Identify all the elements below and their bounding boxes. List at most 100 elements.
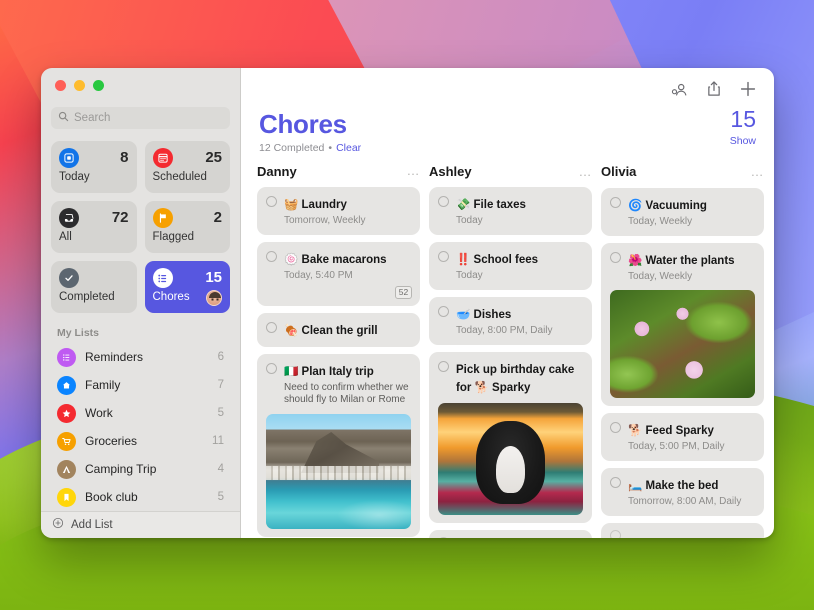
share-participants-icon[interactable] — [670, 81, 689, 98]
calendar-icon — [153, 148, 173, 168]
column-title: Danny — [257, 164, 297, 179]
complete-circle[interactable] — [266, 196, 277, 207]
complete-circle[interactable] — [610, 477, 621, 488]
reminder-title-text: File taxes — [474, 199, 526, 211]
italy-coastline-photo[interactable] — [266, 414, 411, 529]
reminder-emoji: 🧺 — [284, 199, 298, 211]
reminder-card[interactable]: 🌺 Water the plants Today, Weekly — [601, 243, 764, 406]
reminder-card[interactable]: Pick up birthday cake for 🐕 Sparky — [429, 352, 592, 523]
tile-scheduled[interactable]: 25 Scheduled — [145, 141, 231, 193]
reminder-title: 🥣 Dishes — [456, 309, 511, 321]
reminder-title: 🧺 Laundry — [284, 199, 347, 211]
reminder-emoji: 🛏️ — [628, 480, 642, 492]
sidebar-item-book-club[interactable]: Book club 5 — [49, 483, 232, 511]
reminder-card[interactable]: 🇮🇹 Plan Italy trip Need to confirm wheth… — [257, 354, 420, 537]
complete-circle[interactable] — [266, 322, 277, 333]
tent-icon — [57, 460, 76, 479]
reminder-emoji: 🐕 — [628, 425, 642, 437]
sidebar: 8 Today — [41, 68, 240, 538]
complete-circle[interactable] — [610, 197, 621, 208]
total-count: 15 — [730, 106, 756, 132]
column-more-button[interactable]: … — [579, 168, 593, 176]
complete-circle[interactable] — [438, 537, 449, 538]
reminder-title-text: Make the bed — [646, 480, 719, 492]
tile-flagged[interactable]: 2 Flagged — [145, 201, 231, 253]
completed-count-label: 12 Completed — [259, 142, 324, 154]
column-more-button[interactable]: … — [407, 167, 421, 175]
complete-circle[interactable] — [438, 196, 449, 207]
minimize-button[interactable] — [74, 80, 85, 91]
separator-dot: • — [328, 142, 332, 154]
tile-completed[interactable]: Completed — [51, 261, 137, 313]
list-count: 6 — [218, 351, 224, 363]
search-field[interactable] — [51, 107, 230, 129]
reminder-title: 💸 File taxes — [456, 199, 526, 211]
tile-label: Flagged — [153, 231, 223, 243]
reminder-card[interactable]: ‼️ School fees Today — [429, 242, 592, 290]
add-reminder-icon[interactable] — [739, 80, 757, 98]
complete-circle[interactable] — [266, 363, 277, 374]
reminder-subtitle: Today, 8:00 PM, Daily — [456, 325, 583, 337]
sidebar-item-camping-trip[interactable]: Camping Trip 4 — [49, 455, 232, 483]
reminder-card[interactable]: 💸 File taxes Today — [429, 187, 592, 235]
house-icon — [57, 376, 76, 395]
reminder-card[interactable]: 🛏️ Make the bed Tomorrow, 8:00 AM, Daily — [601, 468, 764, 516]
reminder-card[interactable]: 🐕 Feed Sparky Today, 5:00 PM, Daily — [601, 413, 764, 461]
reminder-emoji: 🍖 — [284, 325, 298, 337]
complete-circle[interactable] — [438, 306, 449, 317]
complete-circle[interactable] — [610, 422, 621, 433]
list-count: 5 — [218, 491, 224, 503]
complete-circle[interactable] — [438, 361, 449, 372]
reminder-card[interactable]: 🌀 Vacuuming Today, Weekly — [601, 188, 764, 236]
clear-button[interactable]: Clear — [336, 142, 361, 154]
sidebar-item-reminders[interactable]: Reminders 6 — [49, 343, 232, 371]
reminder-card[interactable]: 🥣 Dishes Today, 8:00 PM, Daily — [429, 297, 592, 345]
complete-circle[interactable] — [610, 530, 621, 538]
today-icon — [59, 148, 79, 168]
sidebar-item-groceries[interactable]: Groceries 11 — [49, 427, 232, 455]
reminder-card[interactable]: 🍥 Bake macarons Today, 5:40 PM 52 — [257, 242, 420, 306]
zoom-button[interactable] — [93, 80, 104, 91]
sidebar-item-family[interactable]: Family 7 — [49, 371, 232, 399]
new-reminder-placeholder[interactable] — [429, 530, 592, 538]
reminder-emoji: 🌀 — [628, 200, 642, 212]
reminder-note: Need to confirm whether we should fly to… — [284, 382, 411, 407]
tile-label: Today — [59, 171, 129, 183]
column-body: 🧺 Laundry Tomorrow, Weekly — [257, 187, 420, 538]
completed-summary: 12 Completed • Clear — [259, 142, 756, 154]
toolbar — [241, 68, 774, 110]
main-pane: Chores 12 Completed • Clear 15 Show Dann… — [240, 68, 774, 538]
reminder-subtitle: Today, 5:00 PM, Daily — [628, 441, 755, 453]
pink-flowers-photo[interactable] — [610, 290, 755, 398]
reminder-title-text: Pick up birthday cake for 🐕 Sparky — [456, 364, 574, 394]
reminder-title: 🌺 Water the plants — [628, 255, 735, 267]
dog-on-rug-photo[interactable] — [438, 403, 583, 515]
column-ashley: Ashley … 💸 File taxes — [429, 163, 592, 538]
column-body: 🌀 Vacuuming Today, Weekly — [601, 188, 764, 538]
tray-icon — [59, 208, 79, 228]
reminder-subtitle: Tomorrow, 8:00 AM, Daily — [628, 496, 755, 508]
show-button[interactable]: Show — [730, 135, 756, 147]
attachment-badge: 52 — [395, 286, 412, 299]
column-more-button[interactable]: … — [751, 168, 765, 176]
tile-count: 2 — [214, 208, 222, 227]
reminder-card[interactable]: 🍖 Clean the grill — [257, 313, 420, 347]
tile-all[interactable]: 72 All — [51, 201, 137, 253]
complete-circle[interactable] — [610, 252, 621, 263]
sidebar-item-work[interactable]: Work 5 — [49, 399, 232, 427]
reminder-emoji: ‼️ — [456, 254, 470, 266]
tile-today[interactable]: 8 Today — [51, 141, 137, 193]
close-button[interactable] — [55, 80, 66, 91]
complete-circle[interactable] — [266, 251, 277, 262]
tile-chores[interactable]: 15 Chores — [145, 261, 231, 313]
cart-icon — [57, 432, 76, 451]
list-label: Family — [85, 378, 209, 392]
new-reminder-placeholder[interactable] — [601, 523, 764, 538]
add-list-button[interactable]: Add List — [41, 511, 240, 538]
reminder-card[interactable]: 🧺 Laundry Tomorrow, Weekly — [257, 187, 420, 235]
search-input[interactable] — [74, 112, 223, 124]
complete-circle[interactable] — [438, 251, 449, 262]
reminder-title: 🌀 Vacuuming — [628, 200, 707, 212]
list-count: 4 — [218, 463, 224, 475]
share-export-icon[interactable] — [706, 80, 722, 98]
